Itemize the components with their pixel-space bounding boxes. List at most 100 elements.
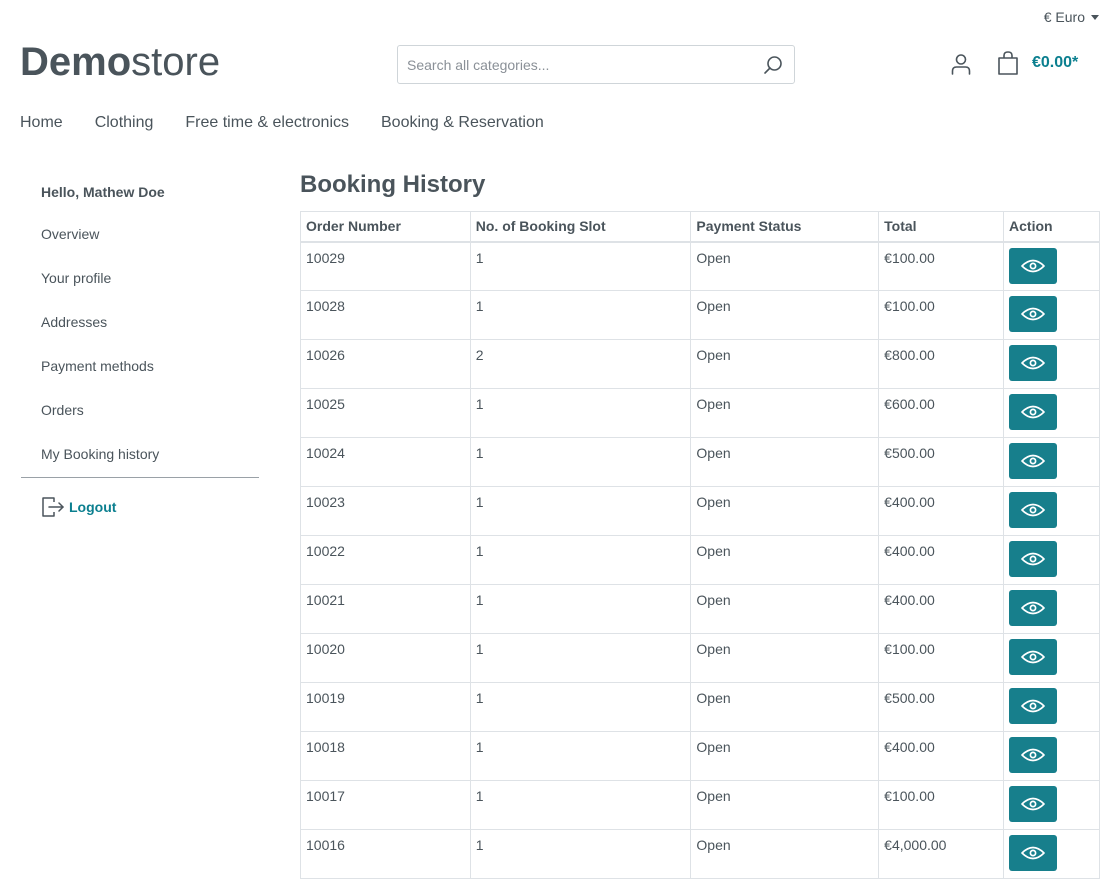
payment-status-cell: Open	[690, 731, 880, 781]
total-cell: €100.00	[878, 290, 1005, 340]
eye-icon	[1021, 454, 1045, 468]
view-booking-button[interactable]	[1009, 639, 1058, 675]
booking-history-table: Order Number No. of Booking Slot Payment…	[300, 211, 1100, 879]
eye-icon	[1021, 503, 1045, 517]
payment-status-cell: Open	[690, 682, 880, 732]
order-number-cell: 10018	[300, 731, 471, 781]
order-number-cell: 10023	[300, 486, 471, 536]
booking-slots-cell: 2	[469, 339, 692, 389]
view-booking-button[interactable]	[1009, 443, 1058, 479]
action-cell	[1003, 486, 1100, 536]
booking-slots-cell: 1	[469, 633, 692, 683]
eye-icon	[1021, 699, 1045, 713]
column-header-order-number: Order Number	[300, 211, 471, 243]
store-logo[interactable]: Demostore	[20, 40, 220, 84]
chevron-down-icon	[1091, 15, 1099, 20]
sidebar-item-orders[interactable]: Orders	[21, 388, 259, 432]
currency-dropdown[interactable]: € Euro	[1044, 9, 1099, 25]
eye-icon	[1021, 307, 1045, 321]
payment-status-cell: Open	[690, 388, 880, 438]
nav-item-free-time-electronics[interactable]: Free time & electronics	[185, 113, 349, 133]
total-cell: €800.00	[878, 339, 1005, 389]
sidebar-item-booking-history[interactable]: My Booking history	[21, 432, 259, 476]
eye-icon	[1021, 601, 1045, 615]
nav-item-home[interactable]: Home	[20, 113, 63, 133]
sidebar-item-overview[interactable]: Overview	[21, 212, 259, 256]
action-cell	[1003, 584, 1100, 634]
view-booking-button[interactable]	[1009, 492, 1058, 528]
order-number-cell: 10016	[300, 829, 471, 879]
order-number-cell: 10021	[300, 584, 471, 634]
view-booking-button[interactable]	[1009, 590, 1058, 626]
column-header-action: Action	[1003, 211, 1100, 243]
order-number-cell: 10026	[300, 339, 471, 389]
view-booking-button[interactable]	[1009, 541, 1058, 577]
table-row: 10023 1 Open €400.00	[300, 486, 1100, 536]
view-booking-button[interactable]	[1009, 786, 1058, 822]
booking-slots-cell: 1	[469, 388, 692, 438]
table-row: 10021 1 Open €400.00	[300, 584, 1100, 634]
cart-total: €0.00*	[1032, 54, 1079, 71]
booking-slots-cell: 1	[469, 682, 692, 732]
sidebar-item-profile[interactable]: Your profile	[21, 256, 259, 300]
eye-icon	[1021, 405, 1045, 419]
logout-label: Logout	[69, 499, 117, 515]
action-cell	[1003, 241, 1100, 291]
total-cell: €400.00	[878, 535, 1005, 585]
payment-status-cell: Open	[690, 339, 880, 389]
total-cell: €400.00	[878, 584, 1005, 634]
total-cell: €400.00	[878, 486, 1005, 536]
logout-button[interactable]: Logout	[21, 496, 259, 518]
order-number-cell: 10029	[300, 241, 471, 291]
total-cell: €100.00	[878, 633, 1005, 683]
booking-slots-cell: 1	[469, 535, 692, 585]
shopping-bag-icon	[998, 51, 1018, 75]
order-number-cell: 10028	[300, 290, 471, 340]
sidebar-divider	[21, 477, 259, 478]
action-cell	[1003, 731, 1100, 781]
action-cell	[1003, 535, 1100, 585]
table-row: 10018 1 Open €400.00	[300, 731, 1100, 781]
order-number-cell: 10022	[300, 535, 471, 585]
booking-slots-cell: 1	[469, 241, 692, 291]
payment-status-cell: Open	[690, 290, 880, 340]
payment-status-cell: Open	[690, 633, 880, 683]
booking-slots-cell: 1	[469, 584, 692, 634]
action-cell	[1003, 437, 1100, 487]
account-sidebar: Hello, Mathew Doe Overview Your profile …	[21, 172, 259, 518]
search-bar	[397, 45, 795, 84]
view-booking-button[interactable]	[1009, 737, 1058, 773]
payment-status-cell: Open	[690, 535, 880, 585]
account-button[interactable]	[949, 52, 973, 76]
view-booking-button[interactable]	[1009, 247, 1058, 284]
view-booking-button[interactable]	[1009, 688, 1058, 724]
user-icon	[951, 54, 971, 75]
payment-status-cell: Open	[690, 437, 880, 487]
eye-icon	[1021, 356, 1045, 370]
nav-item-booking-reservation[interactable]: Booking & Reservation	[381, 113, 544, 133]
payment-status-cell: Open	[690, 829, 880, 879]
sidebar-item-addresses[interactable]: Addresses	[21, 300, 259, 344]
nav-item-clothing[interactable]: Clothing	[95, 113, 154, 133]
search-input[interactable]	[398, 46, 747, 83]
payment-status-cell: Open	[690, 486, 880, 536]
table-row: 10019 1 Open €500.00	[300, 682, 1100, 732]
logout-icon	[42, 497, 64, 517]
eye-icon	[1021, 650, 1045, 664]
order-number-cell: 10024	[300, 437, 471, 487]
action-cell	[1003, 633, 1100, 683]
view-booking-button[interactable]	[1009, 394, 1058, 430]
booking-history-rows: 10029 1 Open €100.00 10028 1 Open €100.00 10026 2…	[300, 241, 1100, 879]
table-row: 10024 1 Open €500.00	[300, 437, 1100, 487]
action-cell	[1003, 682, 1100, 732]
view-booking-button[interactable]	[1009, 345, 1058, 381]
column-header-booking-slots: No. of Booking Slot	[469, 211, 692, 243]
table-row: 10017 1 Open €100.00	[300, 780, 1100, 830]
cart-button[interactable]: €0.00*	[996, 50, 1078, 76]
view-booking-button[interactable]	[1009, 835, 1058, 871]
search-button[interactable]	[762, 54, 784, 76]
action-cell	[1003, 388, 1100, 438]
sidebar-item-payment-methods[interactable]: Payment methods	[21, 344, 259, 388]
order-number-cell: 10025	[300, 388, 471, 438]
view-booking-button[interactable]	[1009, 296, 1058, 332]
